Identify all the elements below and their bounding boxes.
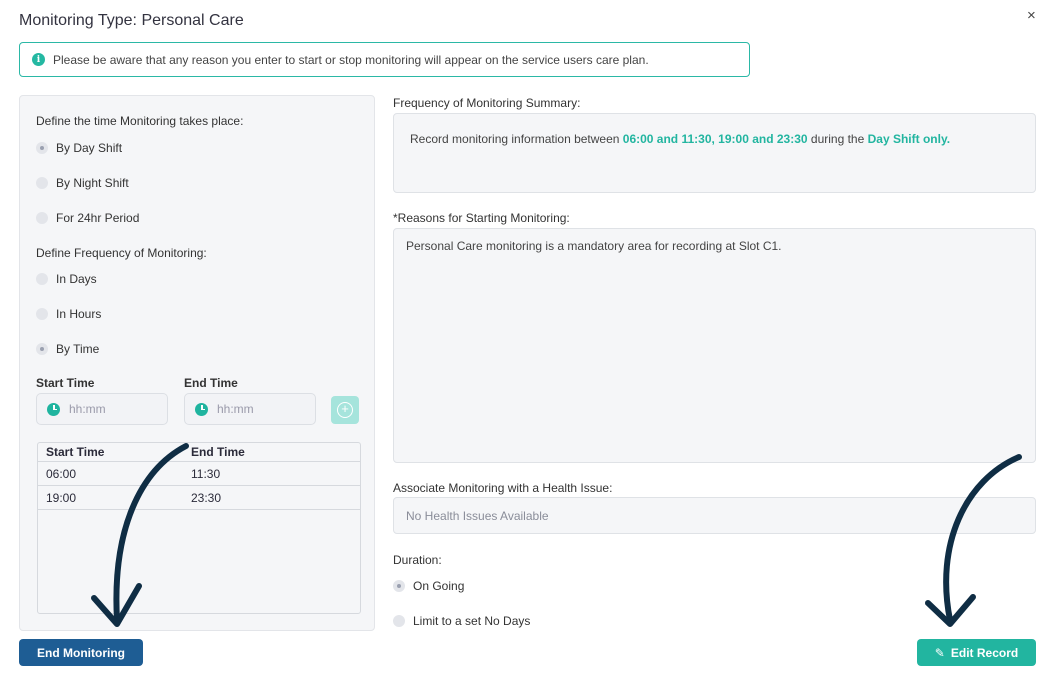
cell-start-time: 19:00 — [46, 490, 77, 505]
health-issue-value: No Health Issues Available — [406, 509, 549, 523]
start-time-input[interactable] — [69, 402, 159, 416]
radio-by-day-shift[interactable]: By Day Shift — [36, 141, 122, 155]
end-monitoring-button[interactable]: End Monitoring — [19, 639, 143, 666]
radio-label: In Hours — [56, 307, 102, 321]
plus-icon: + — [337, 402, 353, 418]
pencil-icon: ✎ — [934, 645, 945, 660]
radio-in-days[interactable]: In Days — [36, 272, 97, 286]
summary-box: Record monitoring information between 06… — [393, 113, 1036, 193]
table-row[interactable]: 06:00 11:30 — [38, 462, 360, 486]
health-issue-label: Associate Monitoring with a Health Issue… — [393, 481, 613, 495]
radio-by-night-shift[interactable]: By Night Shift — [36, 176, 129, 190]
summary-shift: Day Shift only. — [867, 132, 951, 146]
health-issue-select[interactable]: No Health Issues Available — [393, 497, 1036, 534]
reasons-text: Personal Care monitoring is a mandatory … — [406, 239, 782, 253]
radio-24hr-period[interactable]: For 24hr Period — [36, 211, 139, 225]
info-icon: i — [32, 53, 45, 66]
radio-by-time[interactable]: By Time — [36, 342, 99, 356]
radio-button[interactable] — [36, 212, 48, 224]
radio-button[interactable] — [393, 580, 405, 592]
radio-button[interactable] — [393, 615, 405, 627]
monitoring-times-table: Start Time End Time 06:00 11:30 19:00 23… — [37, 442, 361, 614]
end-time-label: End Time — [184, 376, 238, 390]
monitoring-settings-panel: Define the time Monitoring takes place: … — [19, 95, 375, 631]
cell-start-time: 06:00 — [46, 466, 77, 481]
radio-label: On Going — [413, 579, 465, 593]
radio-label: Limit to a set No Days — [413, 614, 531, 628]
reasons-textarea[interactable]: Personal Care monitoring is a mandatory … — [393, 228, 1036, 463]
radio-label: By Day Shift — [56, 141, 123, 155]
clock-icon — [195, 402, 208, 416]
end-time-field[interactable] — [184, 393, 316, 425]
dialog-title: Monitoring Type: Personal Care — [19, 12, 244, 29]
duration-label: Duration: — [393, 553, 442, 567]
summary-middle: during the — [807, 132, 868, 146]
radio-limit-days[interactable]: Limit to a set No Days — [393, 614, 530, 628]
cell-end-time: 11:30 — [191, 466, 221, 481]
notice-text: Please be aware that any reason you ente… — [53, 52, 649, 67]
header-start-time: Start Time — [46, 445, 105, 459]
table-row[interactable]: 19:00 23:30 — [38, 486, 360, 510]
table-header-row: Start Time End Time — [38, 443, 360, 462]
radio-button[interactable] — [36, 177, 48, 189]
radio-button[interactable] — [36, 273, 48, 285]
radio-label: By Night Shift — [56, 176, 129, 190]
end-time-input[interactable] — [217, 402, 307, 416]
reasons-label: *Reasons for Starting Monitoring: — [393, 211, 570, 225]
summary-prefix: Record monitoring information between — [410, 132, 623, 146]
radio-on-going[interactable]: On Going — [393, 579, 464, 593]
clock-icon — [47, 402, 60, 416]
info-notice: i Please be aware that any reason you en… — [19, 42, 750, 77]
radio-in-hours[interactable]: In Hours — [36, 307, 101, 321]
define-time-label: Define the time Monitoring takes place: — [36, 114, 244, 128]
summary-label: Frequency of Monitoring Summary: — [393, 96, 581, 110]
add-time-button[interactable]: + — [331, 396, 359, 424]
radio-button[interactable] — [36, 142, 48, 154]
close-icon[interactable]: × — [1027, 8, 1036, 23]
radio-label: In Days — [56, 272, 97, 286]
edit-record-button[interactable]: ✎ Edit Record — [917, 639, 1036, 666]
header-end-time: End Time — [191, 445, 245, 459]
radio-label: By Time — [56, 342, 100, 356]
summary-times: 06:00 and 11:30, 19:00 and 23:30 — [622, 132, 808, 146]
radio-label: For 24hr Period — [56, 211, 140, 225]
cell-end-time: 23:30 — [191, 490, 222, 505]
edit-record-label: Edit Record — [950, 645, 1019, 660]
arrow-to-edit-record — [943, 454, 1022, 623]
start-time-field[interactable] — [36, 393, 168, 425]
radio-button[interactable] — [36, 343, 48, 355]
radio-button[interactable] — [36, 308, 48, 320]
define-frequency-label: Define Frequency of Monitoring: — [36, 246, 207, 260]
start-time-label: Start Time — [36, 376, 95, 390]
arrowhead-right — [925, 594, 976, 627]
